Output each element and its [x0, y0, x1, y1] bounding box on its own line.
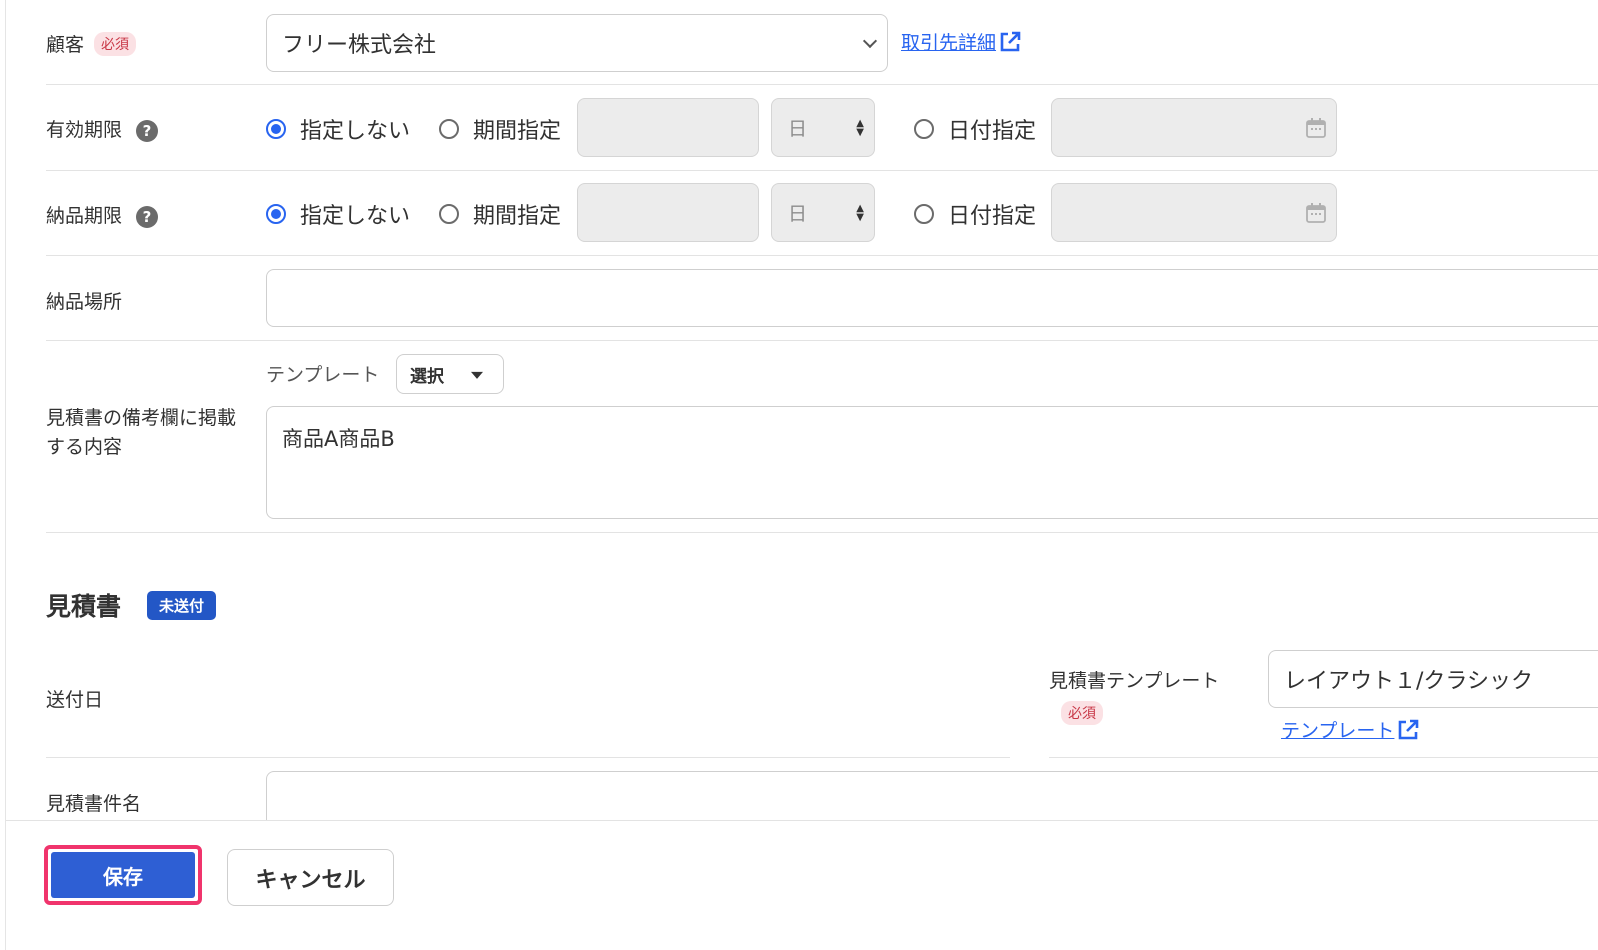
validity-label-text: 有効期限	[46, 119, 123, 141]
radio-unselected-icon[interactable]	[914, 119, 934, 139]
remarks-row: 見積書の備考欄に掲載 する内容 テンプレート 選択 商品A商品B	[46, 341, 1598, 533]
delivery-place-input[interactable]	[266, 269, 1598, 327]
delivery-option-period[interactable]: 期間指定	[439, 198, 561, 230]
required-badge: 必須	[1061, 701, 1103, 725]
partner-detail-link[interactable]: 取引先詳細	[901, 28, 1022, 55]
radio-selected-icon[interactable]	[266, 204, 286, 224]
validity-option-none-label: 指定しない	[300, 119, 411, 144]
radio-unselected-icon[interactable]	[439, 204, 459, 224]
quote-template-select[interactable]: レイアウト１/クラシック	[1268, 650, 1598, 708]
delivery-date-input	[1051, 183, 1337, 242]
delivery-option-period-label: 期間指定	[473, 204, 562, 229]
send-date-label: 送付日	[46, 689, 104, 711]
external-link-icon	[1399, 719, 1419, 739]
customer-select-value: フリー株式会社	[282, 33, 437, 58]
delivery-deadline-row: 納品期限? 指定しない 期間指定 日 ▲ ▼ 日付指定	[46, 171, 1598, 256]
remarks-label: 見積書の備考欄に掲載 する内容	[46, 404, 236, 462]
delivery-place-row: 納品場所	[46, 256, 1598, 341]
validity-label: 有効期限?	[46, 115, 159, 142]
form-footer: 保存 キャンセル	[6, 820, 1598, 950]
quote-template-row: 見積書テンプレート 必須 レイアウト１/クラシック テンプレート	[1049, 640, 1598, 758]
save-button-label: 保存	[51, 852, 195, 898]
delivery-deadline-label-text: 納品期限	[46, 205, 123, 227]
customer-label-text: 顧客	[46, 34, 85, 56]
remarks-textarea[interactable]: 商品A商品B	[266, 406, 1598, 519]
updown-arrow-icon: ▲ ▼	[856, 202, 864, 223]
remarks-label-line1: 見積書の備考欄に掲載	[46, 407, 237, 429]
validity-unit-select: 日 ▲ ▼	[771, 98, 875, 157]
validity-period-input	[577, 98, 759, 157]
delivery-place-label: 納品場所	[46, 291, 123, 313]
delivery-option-none[interactable]: 指定しない	[266, 198, 410, 230]
template-link-text: テンプレート	[1281, 720, 1395, 742]
radio-unselected-icon[interactable]	[439, 119, 459, 139]
quote-template-label: 見積書テンプレート 必須	[1049, 666, 1219, 725]
delivery-option-date[interactable]: 日付指定	[914, 198, 1036, 230]
quote-section-title: 見積書 未送付	[46, 587, 217, 623]
chevron-down-icon	[862, 33, 878, 49]
caret-down-icon	[471, 371, 483, 379]
quote-subject-label: 見積書件名	[46, 793, 142, 815]
updown-arrow-icon: ▲ ▼	[856, 117, 864, 138]
quote-template-select-value: レイアウト１/クラシック	[1284, 669, 1533, 694]
help-icon[interactable]: ?	[136, 120, 159, 142]
validity-option-period[interactable]: 期間指定	[439, 113, 561, 145]
remarks-textarea-value: 商品A商品B	[282, 427, 395, 451]
calendar-icon	[1306, 117, 1326, 138]
template-select-button[interactable]: 選択	[396, 354, 504, 394]
template-link[interactable]: テンプレート	[1281, 716, 1420, 743]
validity-unit-value: 日	[788, 118, 808, 140]
delivery-unit-select: 日 ▲ ▼	[771, 183, 875, 242]
delivery-period-input	[577, 183, 759, 242]
validity-option-date-label: 日付指定	[948, 119, 1037, 144]
estimate-form-page: 顧客 必須 フリー株式会社 取引先詳細 有効期限? 指定しない 期間指定 日 ▲ ▼	[5, 0, 1598, 950]
delivery-deadline-label: 納品期限?	[46, 201, 159, 228]
save-button[interactable]: 保存	[44, 845, 202, 905]
customer-select[interactable]: フリー株式会社	[266, 14, 888, 72]
required-badge: 必須	[94, 32, 137, 56]
customer-label: 顧客 必須	[46, 30, 137, 57]
radio-selected-icon[interactable]	[266, 119, 286, 139]
remarks-template-label: テンプレート	[266, 364, 380, 386]
validity-option-period-label: 期間指定	[473, 119, 562, 144]
validity-option-none[interactable]: 指定しない	[266, 113, 410, 145]
quote-template-label-text: 見積書テンプレート	[1049, 670, 1220, 692]
remarks-label-line2: する内容	[46, 436, 123, 458]
external-link-icon	[1000, 31, 1021, 51]
radio-unselected-icon[interactable]	[914, 204, 934, 224]
quote-section-title-text: 見積書	[46, 592, 122, 621]
calendar-icon	[1306, 202, 1326, 223]
validity-date-input	[1051, 98, 1337, 157]
validity-option-date[interactable]: 日付指定	[914, 113, 1036, 145]
delivery-unit-value: 日	[788, 203, 808, 225]
template-select-button-label: 選択	[410, 366, 444, 387]
delivery-option-date-label: 日付指定	[948, 204, 1037, 229]
partner-detail-link-text: 取引先詳細	[901, 32, 997, 54]
help-icon[interactable]: ?	[136, 206, 159, 228]
validity-row: 有効期限? 指定しない 期間指定 日 ▲ ▼ 日付指定	[46, 85, 1598, 171]
customer-row: 顧客 必須 フリー株式会社 取引先詳細	[46, 0, 1598, 85]
status-badge: 未送付	[147, 591, 217, 620]
send-date-row: 送付日	[46, 640, 1010, 758]
cancel-button[interactable]: キャンセル	[227, 849, 394, 906]
delivery-option-none-label: 指定しない	[300, 204, 411, 229]
